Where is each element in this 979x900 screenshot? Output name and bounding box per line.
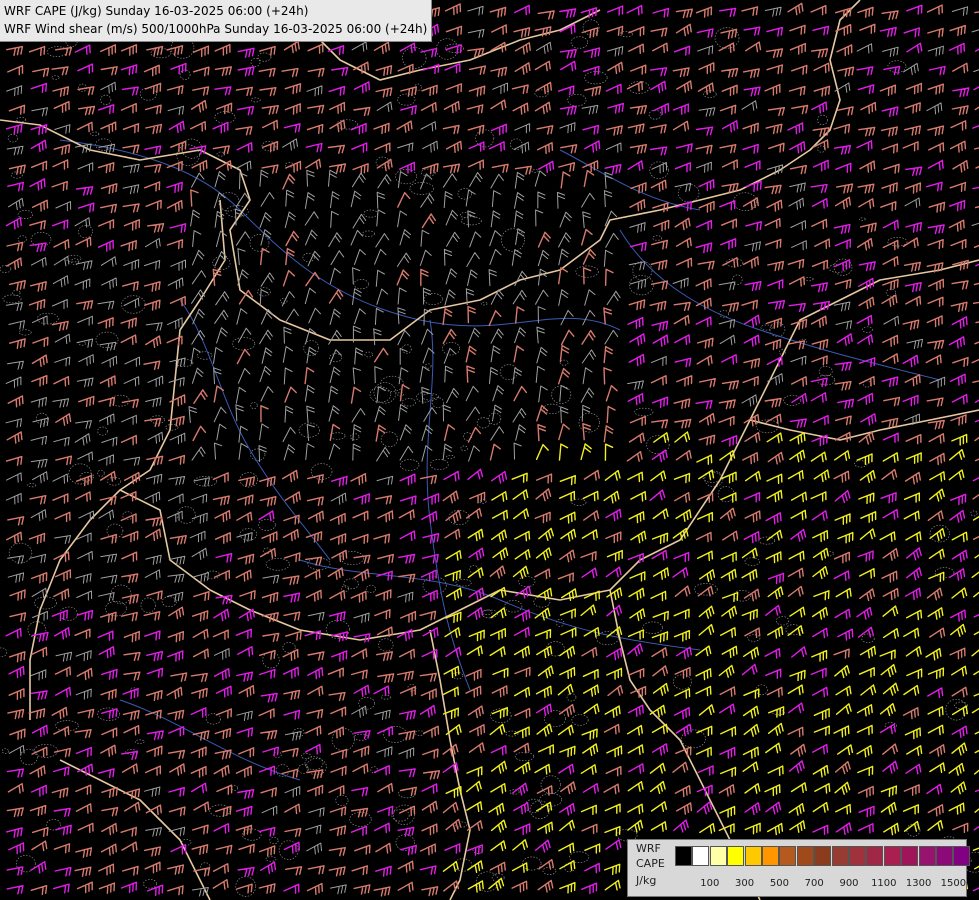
legend-swatch xyxy=(709,846,727,866)
legend-swatch xyxy=(866,846,884,866)
legend-label-cape: CAPE xyxy=(636,857,665,870)
legend-swatch xyxy=(796,846,814,866)
legend-swatch xyxy=(901,846,919,866)
legend-tick-label: 1500 xyxy=(940,878,967,889)
legend-swatch xyxy=(814,846,832,866)
legend-swatch xyxy=(692,846,710,866)
title-wind-shear: WRF Wind shear (m/s) 500/1000hPa Sunday … xyxy=(4,22,428,36)
legend-swatch xyxy=(953,846,971,866)
legend-swatch xyxy=(831,846,849,866)
legend-tick-label: 900 xyxy=(839,878,859,889)
map-title-box: WRF CAPE (J/kg) Sunday 16-03-2025 06:00 … xyxy=(0,0,433,42)
legend-tick-label: 700 xyxy=(804,878,824,889)
legend-swatch xyxy=(936,846,953,866)
legend-tick-label: 300 xyxy=(735,878,755,889)
legend-swatch xyxy=(849,846,866,866)
legend-tick-label: 1300 xyxy=(905,878,932,889)
legend-swatch xyxy=(727,846,745,866)
weather-map xyxy=(0,0,979,900)
legend-swatch xyxy=(779,846,797,866)
legend-swatch xyxy=(883,846,901,866)
legend-swatch xyxy=(744,846,762,866)
legend-label-unit: J/kg xyxy=(636,874,657,887)
legend-swatch xyxy=(918,846,936,866)
legend-tick-label: 1100 xyxy=(871,878,897,889)
legend-tick-label: 500 xyxy=(769,878,789,889)
title-cape: WRF CAPE (J/kg) Sunday 16-03-2025 06:00 … xyxy=(4,4,309,18)
cape-legend: WRF CAPE J/kg 100 300 500 700 900 1100 1300 150… xyxy=(627,839,971,897)
legend-swatch xyxy=(762,846,779,866)
legend-label-wrf: WRF xyxy=(636,842,661,855)
legend-tick-label: 100 xyxy=(700,878,720,889)
legend-swatch xyxy=(675,846,692,866)
